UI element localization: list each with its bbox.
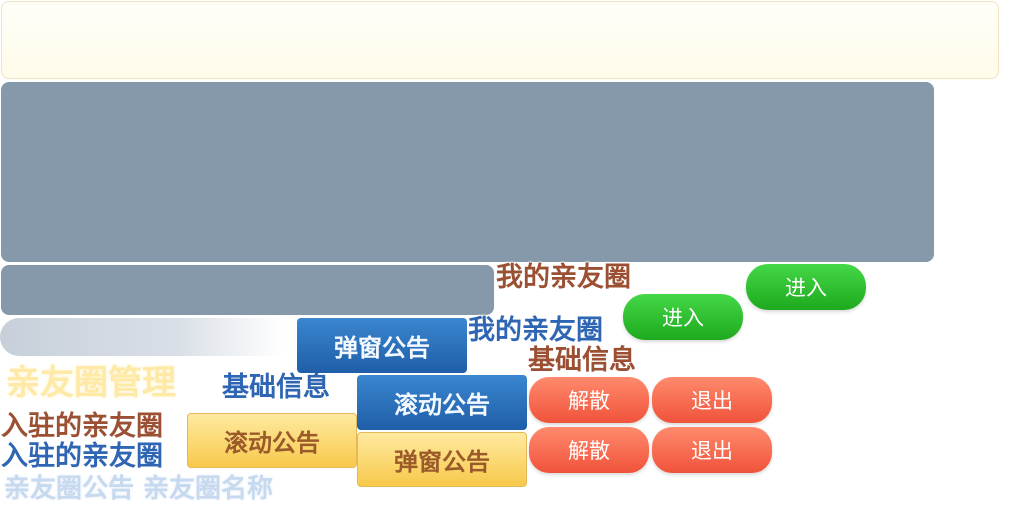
enter-button-2[interactable]: 进入 [623, 294, 743, 340]
joined-circle-title-brown: 入驻的亲友圈 [1, 411, 163, 442]
my-circle-title-blue: 我的亲友圈 [468, 315, 603, 346]
joined-circle-title-blue: 入驻的亲友圈 [1, 441, 163, 472]
basic-info-title-blue: 基础信息 [222, 372, 330, 403]
top-banner-panel [1, 1, 999, 79]
exit-button-1[interactable]: 退出 [652, 377, 772, 423]
content-panel [1, 82, 934, 262]
enter-button-1[interactable]: 进入 [746, 264, 866, 310]
circle-manage-title: 亲友圈管理 [6, 363, 176, 403]
popup-notice-button-blue[interactable]: 弹窗公告 [297, 318, 467, 373]
gradient-bar [0, 318, 296, 356]
circle-notice-name-label: 亲友圈公告 亲友圈名称 [4, 474, 274, 504]
dissolve-button-1[interactable]: 解散 [529, 377, 649, 423]
my-circle-title-brown: 我的亲友圈 [496, 262, 631, 293]
exit-button-2[interactable]: 退出 [652, 427, 772, 473]
basic-info-title-brown: 基础信息 [528, 345, 636, 376]
scroll-notice-button-blue[interactable]: 滚动公告 [357, 375, 527, 430]
popup-notice-button-yellow[interactable]: 弹窗公告 [357, 432, 527, 487]
info-bar-panel [1, 265, 494, 315]
dissolve-button-2[interactable]: 解散 [529, 427, 649, 473]
scroll-notice-button-yellow[interactable]: 滚动公告 [187, 413, 357, 468]
